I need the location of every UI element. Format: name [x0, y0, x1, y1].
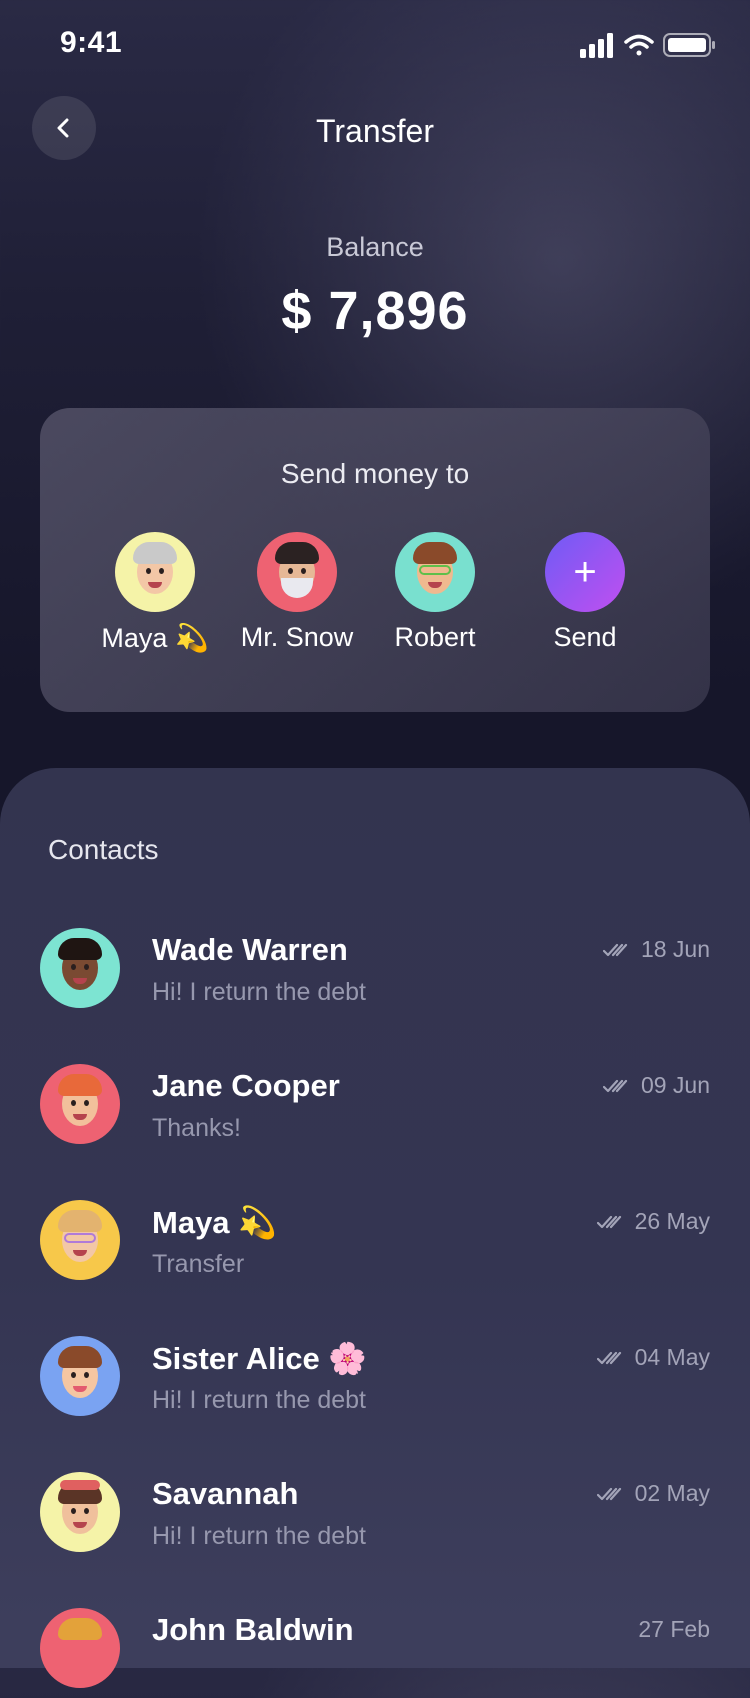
recipient-name: Robert: [394, 622, 476, 652]
contact-message: Thanks!: [152, 1114, 241, 1142]
avatar: [40, 1200, 120, 1280]
contact-name: Sister Alice 🌸: [152, 1341, 367, 1376]
send-money-card: Send money to Maya 💫 Mr. Snow Robert + S…: [40, 408, 710, 712]
page-title: Transfer: [316, 113, 434, 149]
balance-amount: $ 7,896: [281, 281, 469, 341]
balance-label: Balance: [326, 232, 424, 262]
status-bar: 9:41: [0, 0, 750, 90]
contact-row-sister-alice[interactable]: Sister Alice 🌸 Hi! I return the debt 04 …: [40, 1336, 710, 1426]
contact-message: Hi! I return the debt: [152, 1386, 367, 1414]
avatar: [40, 928, 120, 1008]
contact-meta: 02 May: [596, 1480, 710, 1507]
status-time: 9:41: [60, 26, 123, 59]
plus-icon: +: [573, 550, 597, 594]
double-check-icon: [596, 1215, 621, 1228]
send-to-new-button[interactable]: + Send: [510, 532, 660, 653]
contact-meta: 04 May: [596, 1344, 710, 1371]
avatar: [40, 1608, 120, 1688]
contact-meta: 09 Jun: [602, 1072, 710, 1099]
add-avatar: +: [545, 532, 625, 612]
recipient-name: Mr. Snow: [240, 622, 354, 652]
double-check-icon: [602, 1079, 628, 1092]
contact-date: 04 May: [634, 1344, 710, 1370]
contact-date: 26 May: [634, 1208, 710, 1234]
contact-message: Transfer: [152, 1250, 245, 1278]
double-check-icon: [596, 1351, 621, 1364]
contact-name: Maya 💫: [152, 1205, 277, 1240]
send-money-title: Send money to: [280, 458, 470, 489]
signal-icon: [580, 33, 613, 58]
contact-name: Savannah: [152, 1476, 299, 1511]
contact-name: John Baldwin: [152, 1612, 354, 1647]
contact-row-maya[interactable]: Maya 💫 Transfer 26 May: [40, 1200, 710, 1290]
contact-message: Hi! I return the debt: [152, 978, 367, 1006]
contact-message: Hi! I return the debt: [152, 1522, 367, 1550]
avatar: [257, 532, 337, 612]
avatar: [115, 532, 195, 612]
recipient-robert[interactable]: Robert: [360, 532, 510, 653]
recipient-maya[interactable]: Maya 💫: [80, 532, 230, 654]
double-check-icon: [602, 943, 628, 956]
avatar: [40, 1064, 120, 1144]
contact-row-wade-warren[interactable]: Wade Warren Hi! I return the debt 18 Jun: [40, 928, 710, 1018]
recipient-name: Maya 💫: [101, 623, 209, 653]
contact-name: Jane Cooper: [152, 1068, 340, 1103]
send-label: Send: [553, 622, 617, 652]
contact-name: Wade Warren: [152, 932, 348, 967]
battery-icon: [663, 33, 715, 57]
status-icons: [580, 33, 715, 58]
avatar: [395, 532, 475, 612]
contact-date: 27 Feb: [638, 1616, 710, 1642]
wifi-icon: [624, 34, 654, 56]
contacts-panel: Contacts Wade Warren Hi! I return the de…: [0, 768, 750, 1688]
contact-meta: 26 May: [596, 1208, 710, 1235]
contact-date: 09 Jun: [640, 1072, 710, 1098]
recipient-mr-snow[interactable]: Mr. Snow: [222, 532, 372, 653]
avatar: [40, 1336, 120, 1416]
contact-row-jane-cooper[interactable]: Jane Cooper Thanks! 09 Jun: [40, 1064, 710, 1154]
contact-meta: 27 Feb: [638, 1616, 710, 1643]
contact-row-john-baldwin[interactable]: John Baldwin 27 Feb: [40, 1608, 710, 1698]
contact-meta: 18 Jun: [602, 936, 710, 963]
contact-date: 18 Jun: [640, 936, 710, 962]
avatar: [40, 1472, 120, 1552]
contact-row-savannah[interactable]: Savannah Hi! I return the debt 02 May: [40, 1472, 710, 1562]
contact-date: 02 May: [634, 1480, 710, 1506]
double-check-icon: [596, 1487, 621, 1500]
contacts-title: Contacts: [48, 834, 159, 865]
